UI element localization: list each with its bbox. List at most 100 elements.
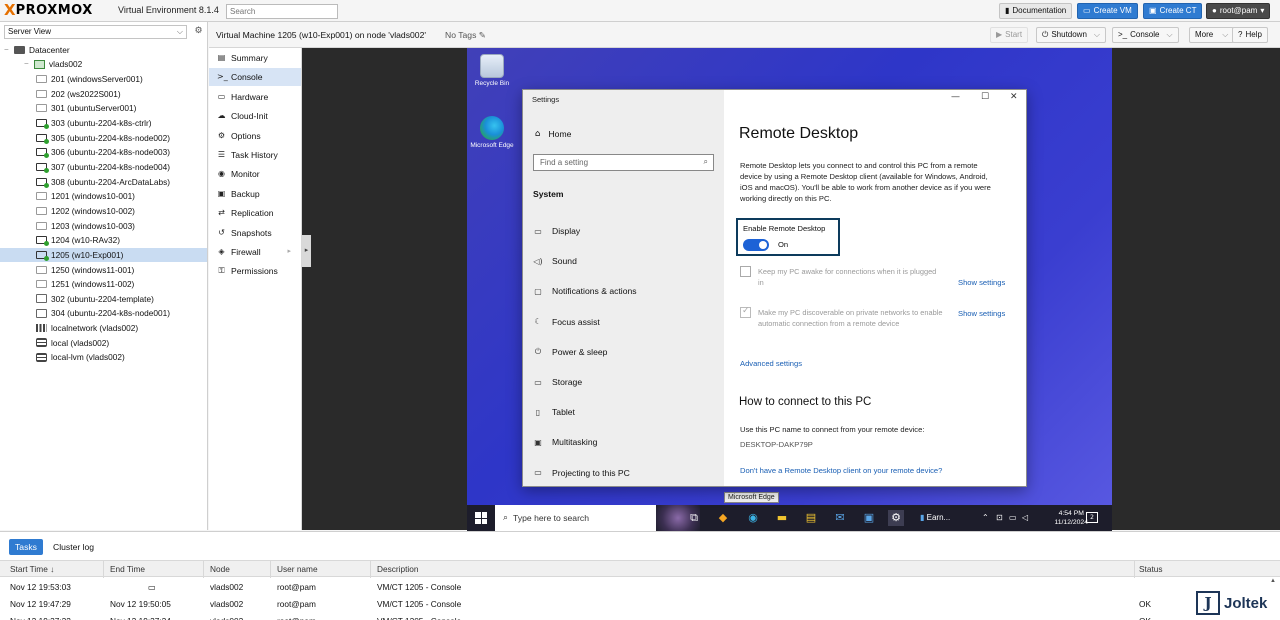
- documentation-button[interactable]: ▮ Documentation: [999, 3, 1073, 19]
- menu-item[interactable]: ⚙ Options: [209, 127, 301, 145]
- menu-item[interactable]: ◉ Monitor: [209, 165, 301, 183]
- pencil-icon[interactable]: ✎: [479, 30, 486, 40]
- column-end-time[interactable]: End Time: [110, 564, 145, 574]
- tree-item[interactable]: 307 (ubuntu-2204-k8s-node004): [0, 160, 207, 175]
- minimize-icon[interactable]: —: [951, 92, 960, 102]
- table-row[interactable]: Nov 12 19:37:22 Nov 12 19:37:24 vlads002 ro…: [0, 612, 1280, 620]
- tree-item[interactable]: 1203 (windows10-003): [0, 218, 207, 233]
- tree-item[interactable]: 302 (ubuntu-2204-template): [0, 292, 207, 307]
- console-button[interactable]: >_ Console ⌵: [1112, 27, 1179, 43]
- menu-item[interactable]: ▣ Backup: [209, 185, 301, 203]
- search-input[interactable]: [226, 4, 338, 19]
- tree-item[interactable]: 1251 (windows11-002): [0, 277, 207, 292]
- advanced-settings-link[interactable]: Advanced settings: [740, 359, 802, 368]
- menu-item[interactable]: ▭ Hardware: [209, 88, 301, 106]
- settings-search[interactable]: Find a setting ⌕: [533, 154, 714, 171]
- settings-nav-item[interactable]: ▢ Notifications & actions: [533, 284, 718, 298]
- settings-home[interactable]: ⌂ Home: [535, 129, 571, 139]
- copilot-icon[interactable]: ◆: [715, 510, 731, 526]
- settings-nav-item[interactable]: ▣ Multitasking: [533, 435, 718, 449]
- column-description[interactable]: Description: [377, 564, 419, 574]
- notification-icon[interactable]: 2: [1086, 512, 1098, 523]
- discoverable-checkbox[interactable]: ✓: [740, 306, 751, 318]
- tree-item[interactable]: 304 (ubuntu-2204-k8s-node001): [0, 306, 207, 321]
- tree-item[interactable]: 306 (ubuntu-2204-k8s-node003): [0, 145, 207, 160]
- keep-awake-checkbox[interactable]: [740, 266, 751, 277]
- collapse-toggle-icon[interactable]: −: [24, 57, 32, 71]
- remote-desktop-icon[interactable]: ▣: [861, 510, 877, 526]
- chevron-up-icon[interactable]: ⌃: [982, 513, 989, 522]
- settings-nav-item[interactable]: ⏻ Power & sleep: [533, 345, 718, 359]
- taskbar-search[interactable]: ⌕ Type here to search: [495, 505, 700, 531]
- close-icon[interactable]: ✕: [1010, 92, 1018, 102]
- tree-item[interactable]: − Datacenter: [0, 43, 207, 58]
- volume-icon[interactable]: ◁: [1022, 513, 1028, 522]
- scroll-up-icon[interactable]: ▲: [1270, 578, 1278, 586]
- file-explorer-icon[interactable]: ▬: [774, 510, 790, 526]
- task-view-icon[interactable]: ⧉: [686, 510, 702, 526]
- tab-tasks[interactable]: Tasks: [9, 539, 43, 555]
- enable-remote-desktop-toggle[interactable]: [743, 239, 769, 251]
- table-row[interactable]: Nov 12 19:53:03 vlads002 root@pam VM/CT 120…: [0, 578, 1280, 595]
- settings-nav-item[interactable]: ▭ Storage: [533, 375, 718, 389]
- menu-item[interactable]: ☁ Cloud-Init: [209, 107, 301, 125]
- tree-item[interactable]: 1202 (windows10-002): [0, 204, 207, 219]
- settings-taskbar-icon[interactable]: ⚙: [888, 510, 904, 526]
- tree-item[interactable]: 305 (ubuntu-2204-k8s-node002): [0, 130, 207, 145]
- windows-start-button[interactable]: [475, 512, 487, 524]
- shutdown-button[interactable]: ⏻ Shutdown ⌵: [1036, 27, 1106, 43]
- tree-item[interactable]: − vlads002: [0, 57, 207, 72]
- settings-nav-item[interactable]: ◁) Sound: [533, 254, 718, 268]
- tree-item[interactable]: 1205 (w10-Exp001): [0, 247, 207, 263]
- tree-item[interactable]: 308 (ubuntu-2204-ArcDataLabs): [0, 174, 207, 189]
- view-selector[interactable]: Server View ⌵: [4, 25, 187, 39]
- user-menu-button[interactable]: ● root@pam ▾: [1206, 3, 1271, 19]
- battery-icon[interactable]: ▭: [1009, 513, 1017, 522]
- create-vm-button[interactable]: ▭ Create VM: [1077, 3, 1138, 19]
- network-icon[interactable]: ⊡: [996, 513, 1003, 522]
- tree-item[interactable]: 1201 (windows10-001): [0, 189, 207, 204]
- start-button[interactable]: ▶ Start: [990, 27, 1029, 43]
- tree-item[interactable]: 201 (windowsServer001): [0, 72, 207, 87]
- column-user-name[interactable]: User name: [277, 564, 318, 574]
- tree-item[interactable]: 1250 (windows11-001): [0, 262, 207, 277]
- proxmox-logo[interactable]: X PROXMOX: [4, 3, 93, 19]
- table-row[interactable]: Nov 12 19:47:29 Nov 12 19:50:05 vlads002 ro…: [0, 595, 1280, 612]
- menu-item[interactable]: ⚿ Permissions: [209, 262, 301, 280]
- taskbar-clock[interactable]: 4:54 PM 11/12/2024: [1054, 509, 1088, 527]
- menu-item[interactable]: ☰ Task History: [209, 146, 301, 164]
- tree-item[interactable]: 303 (ubuntu-2204-k8s-ctrlr): [0, 116, 207, 131]
- menu-item[interactable]: >_ Console: [209, 68, 301, 87]
- gear-icon[interactable]: ⚙: [192, 25, 205, 39]
- menu-item[interactable]: ▤ Summary: [209, 49, 301, 67]
- settings-nav-item[interactable]: ▯ Tablet: [533, 405, 718, 419]
- tree-item[interactable]: local (vlads002): [0, 336, 207, 351]
- show-settings-link-1[interactable]: Show settings: [958, 278, 1005, 287]
- settings-nav-item[interactable]: ▭ Projecting to this PC: [533, 466, 718, 480]
- column-status[interactable]: Status: [1139, 564, 1163, 574]
- edge-taskbar-icon[interactable]: ◉: [745, 510, 761, 526]
- tree-item[interactable]: 1204 (w10-RAv32): [0, 233, 207, 248]
- collapse-toggle-icon[interactable]: −: [4, 43, 12, 57]
- menu-item[interactable]: ↺ Snapshots: [209, 224, 301, 242]
- menu-item[interactable]: ◈ Firewall ▸: [209, 243, 301, 261]
- tree-item[interactable]: localnetwork (vlads002): [0, 321, 207, 336]
- settings-nav-item[interactable]: ▭ Display: [533, 224, 718, 238]
- tags-field[interactable]: No Tags ✎: [445, 30, 486, 41]
- show-settings-link-2[interactable]: Show settings: [958, 309, 1005, 318]
- maximize-icon[interactable]: ☐: [981, 92, 989, 102]
- create-ct-button[interactable]: ▣ Create CT: [1143, 3, 1203, 19]
- recycle-bin-shortcut[interactable]: Recycle Bin: [469, 54, 515, 88]
- tab-cluster-log[interactable]: Cluster log: [47, 539, 100, 555]
- help-button[interactable]: ? Help: [1232, 27, 1268, 43]
- tree-item[interactable]: local-lvm (vlads002): [0, 350, 207, 365]
- column-node[interactable]: Node: [210, 564, 230, 574]
- store-icon[interactable]: ▤: [803, 510, 819, 526]
- more-button[interactable]: More ⌵: [1189, 27, 1235, 43]
- edge-shortcut[interactable]: Microsoft Edge: [469, 116, 515, 150]
- column-start-time[interactable]: Start Time ↓: [10, 564, 54, 574]
- collapse-handle[interactable]: ▸: [302, 235, 311, 267]
- tree-item[interactable]: 301 (ubuntuServer001): [0, 101, 207, 116]
- mail-icon[interactable]: ✉: [832, 510, 848, 526]
- tree-item[interactable]: 202 (ws2022S001): [0, 86, 207, 101]
